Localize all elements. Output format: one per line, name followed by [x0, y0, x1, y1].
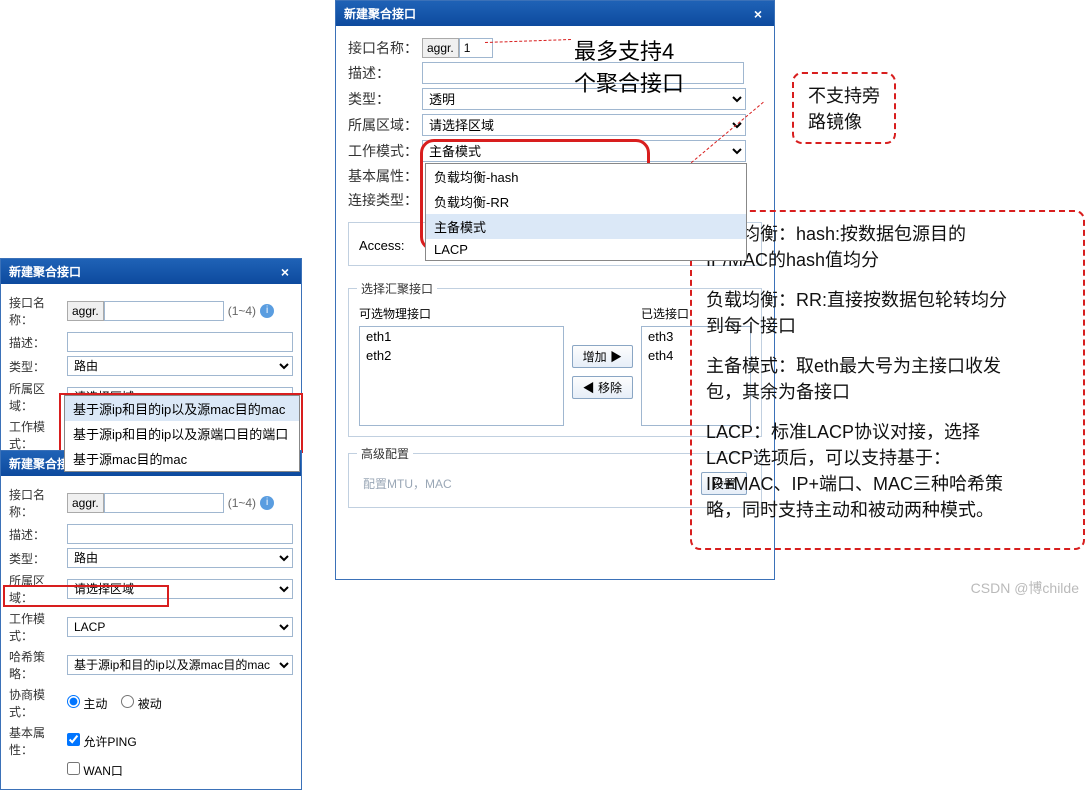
avail-title: 可选物理接口: [359, 305, 564, 322]
add-button[interactable]: 增加 ▶: [572, 345, 633, 368]
zone-select[interactable]: 请选择区域: [67, 579, 293, 599]
explain-line: LACP：标准LACP协议对接，选择: [706, 418, 1069, 444]
mode-dropdown-list[interactable]: 负载均衡-hash 负载均衡-RR 主备模式 LACP: [425, 163, 747, 261]
hash-select[interactable]: 基于源ip和目的ip以及源mac目的mac: [67, 655, 293, 675]
titlebar: 新建聚合接口 ×: [336, 1, 774, 26]
ifname-prefix: aggr.: [67, 301, 104, 321]
label-mode: 工作模式：: [9, 418, 67, 452]
explain-line: IP/MAC的hash值均分: [706, 246, 1069, 272]
label-desc: 描述：: [9, 334, 67, 351]
mode-option-rr[interactable]: 负载均衡-RR: [426, 189, 746, 214]
avail-list[interactable]: eth1 eth2: [359, 326, 564, 426]
label-baseattr: 基本属性：: [348, 166, 422, 186]
callout-top: 最多支持4 个聚合接口: [560, 26, 698, 106]
explain-line: 包，其余为备接口: [706, 378, 1069, 404]
label-zone: 所属区域：: [9, 380, 67, 414]
label-type: 类型：: [9, 550, 67, 567]
dialog-title: 新建聚合接口: [9, 263, 81, 280]
label-ifname: 接口名称：: [9, 486, 67, 520]
explain-line: 略，同时支持主动和被动两种模式。: [706, 496, 1069, 522]
explain-line: 到每个接口: [706, 312, 1069, 338]
explain-line: IP+MAC、IP+端口、MAC三种哈希策: [706, 470, 1069, 496]
info-icon[interactable]: i: [260, 304, 274, 318]
desc-input[interactable]: [67, 524, 293, 544]
neg-radio-passive[interactable]: 被动: [121, 695, 161, 712]
close-icon[interactable]: ×: [277, 264, 293, 280]
adv-title: 高级配置: [357, 445, 413, 462]
ifname-input[interactable]: [104, 493, 224, 513]
zone-select[interactable]: 请选择区域: [422, 114, 746, 136]
mode-option-hash[interactable]: 负载均衡-hash: [426, 164, 746, 189]
list-item[interactable]: eth2: [360, 346, 563, 365]
dialog-title: 新建聚合接口: [344, 5, 416, 22]
ifname-prefix: aggr.: [422, 38, 459, 58]
watermark: CSDN @博childe: [971, 578, 1079, 598]
label-hash: 哈希策略：: [9, 648, 67, 682]
label-desc: 描述：: [9, 526, 67, 543]
explain-box: 负载均衡：hash:按数据包源目的 IP/MAC的hash值均分 负载均衡：RR…: [690, 210, 1085, 550]
ifname-prefix: aggr.: [67, 493, 104, 513]
small-dialog-b: 新建聚合接口 × 接口名称： aggr. (1~4) i 描述： 类型：路由 所…: [0, 450, 302, 790]
callout-right: 不支持旁 路镜像: [792, 72, 896, 144]
list-item[interactable]: eth1: [360, 327, 563, 346]
label-conntype: 连接类型：: [348, 190, 422, 210]
mode-option-lacp[interactable]: LACP: [426, 239, 746, 260]
label-ifname: 接口名称：: [9, 294, 67, 328]
label-neg: 协商模式：: [9, 686, 67, 720]
titlebar: 新建聚合接口 ×: [1, 259, 301, 284]
range-hint: (1~4): [228, 304, 256, 318]
label-zone: 所属区域：: [348, 115, 422, 135]
ifname-input[interactable]: [104, 301, 224, 321]
explain-line: 主备模式：取eth最大号为主接口收发: [706, 352, 1069, 378]
mode-select[interactable]: 主备模式: [422, 140, 746, 162]
label-zone: 所属区域：: [9, 572, 67, 606]
label-desc: 描述：: [348, 63, 422, 83]
explain-line: 负载均衡：hash:按数据包源目的: [706, 220, 1069, 246]
access-label: Access:: [359, 238, 405, 253]
hash-option[interactable]: 基于源ip和目的ip以及源端口目的端口: [65, 421, 299, 446]
label-ifname: 接口名称：: [348, 38, 422, 58]
label-baseattr: 基本属性：: [9, 724, 67, 758]
info-icon[interactable]: i: [260, 496, 274, 510]
type-select[interactable]: 路由: [67, 356, 293, 376]
label-mode: 工作模式：: [9, 610, 67, 644]
explain-line: 负载均衡：RR:直接按数据包轮转均分: [706, 286, 1069, 312]
hash-dropdown-list[interactable]: 基于源ip和目的ip以及源mac目的mac 基于源ip和目的ip以及源端口目的端…: [64, 395, 300, 472]
remove-button[interactable]: ◀ 移除: [572, 376, 633, 399]
range-hint: (1~4): [228, 496, 256, 510]
close-icon[interactable]: ×: [750, 6, 766, 22]
chk-ping[interactable]: 允许PING: [67, 733, 137, 750]
mode-select[interactable]: LACP: [67, 617, 293, 637]
group-select-title: 选择汇聚接口: [357, 280, 437, 297]
label-mode: 工作模式：: [348, 141, 422, 161]
label-type: 类型：: [9, 358, 67, 375]
neg-radio-active[interactable]: 主动: [67, 695, 107, 712]
hash-option[interactable]: 基于源mac目的mac: [65, 446, 299, 471]
hash-option[interactable]: 基于源ip和目的ip以及源mac目的mac: [65, 396, 299, 421]
mode-option-primary[interactable]: 主备模式: [426, 214, 746, 239]
explain-line: LACP选项后，可以支持基于：: [706, 444, 1069, 470]
adv-hint: 配置MTU，MAC: [363, 475, 452, 492]
desc-input[interactable]: [67, 332, 293, 352]
chk-wan[interactable]: WAN口: [67, 762, 123, 779]
label-type: 类型：: [348, 89, 422, 109]
type-select[interactable]: 路由: [67, 548, 293, 568]
